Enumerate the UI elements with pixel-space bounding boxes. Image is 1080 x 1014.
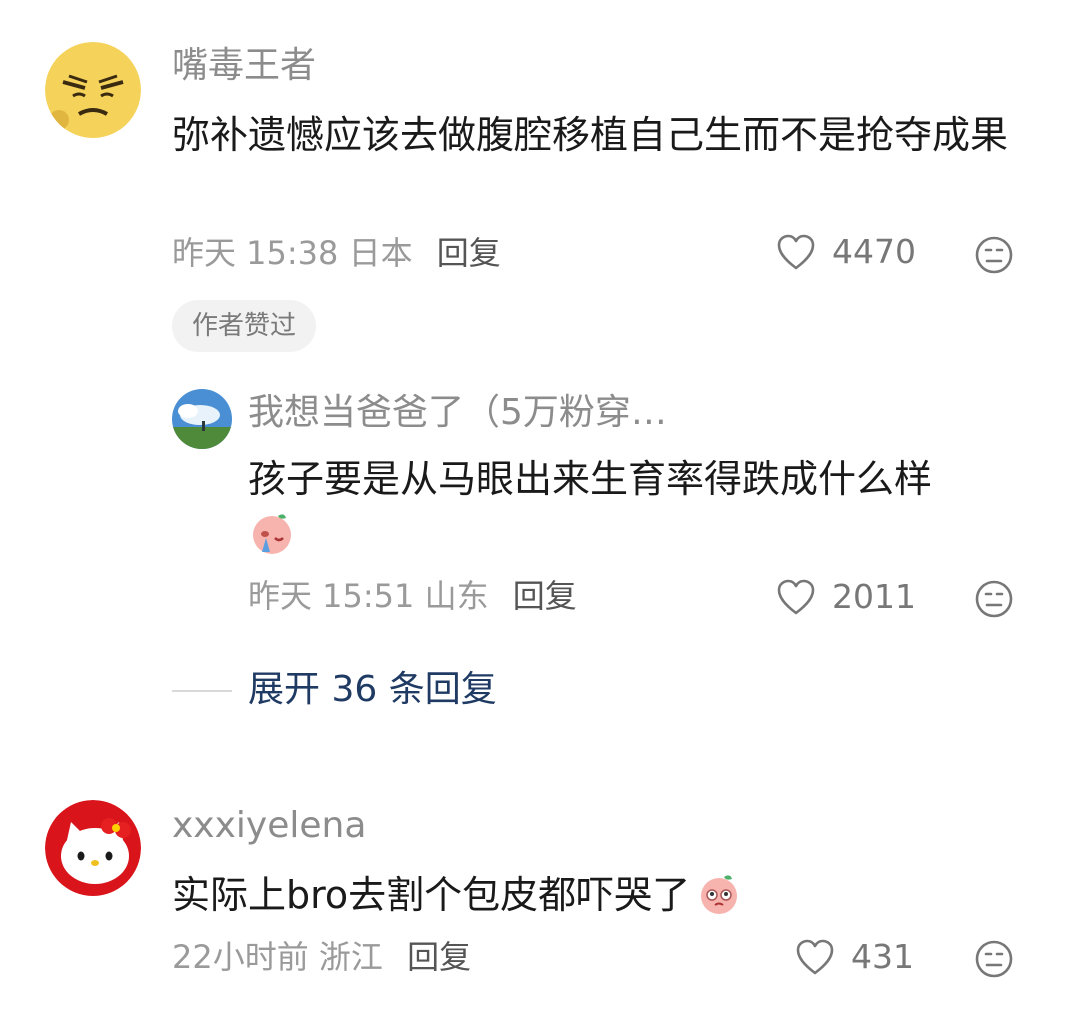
author-liked-badge: 作者赞过 <box>172 300 317 352</box>
comment-text: 实际上bro去割个包皮都吓哭了 <box>172 866 992 924</box>
like-count: 2011 <box>832 577 916 616</box>
like-button[interactable]: 431 <box>795 937 914 976</box>
reply-button[interactable]: 回复 <box>513 577 577 615</box>
avatar[interactable] <box>45 800 141 896</box>
like-count: 4470 <box>832 232 916 271</box>
reply-button[interactable]: 回复 <box>437 234 501 272</box>
avatar[interactable] <box>172 389 232 449</box>
like-button[interactable]: 2011 <box>776 577 916 616</box>
username[interactable]: 嘴毒王者 <box>172 48 316 84</box>
sky-landscape-avatar-icon <box>172 389 232 449</box>
reply-button[interactable]: 回复 <box>407 938 471 976</box>
timestamp: 22小时前 <box>172 938 309 976</box>
heart-icon <box>777 579 815 614</box>
like-button[interactable]: 4470 <box>776 232 916 271</box>
timestamp: 昨天 15:38 <box>172 234 339 272</box>
timestamp: 昨天 15:51 <box>248 577 415 615</box>
comment-text: 孩子要是从马眼出来生育率得跌成什么样 <box>248 457 933 501</box>
dislike-button[interactable] <box>974 939 1014 983</box>
username[interactable]: xxxiyelena <box>172 808 366 844</box>
comment-meta: 22小时前 浙江 回复 <box>172 941 471 973</box>
avatar[interactable] <box>45 42 141 138</box>
angry-face-avatar-icon <box>45 42 141 138</box>
heart-icon <box>777 234 815 269</box>
neutral-face-icon <box>975 940 1013 978</box>
location: 浙江 <box>318 938 383 976</box>
divider <box>172 690 232 692</box>
dislike-button[interactable] <box>974 235 1014 279</box>
username[interactable]: 我想当爸爸了（5万粉穿… <box>248 395 667 431</box>
location: 日本 <box>348 234 413 272</box>
comment-text: 弥补遗憾应该去做腹腔移植自己生而不是抢夺成果 <box>172 113 1009 157</box>
neutral-face-icon <box>975 580 1013 618</box>
neutral-face-icon <box>975 236 1013 274</box>
location: 山东 <box>424 577 489 615</box>
peach-face-emoji-icon <box>696 870 742 916</box>
expand-replies-button[interactable]: 展开 36 条回复 <box>248 672 497 708</box>
crying-peach-emoji-icon <box>248 508 296 556</box>
hello-kitty-avatar-icon <box>45 800 141 896</box>
comment-meta: 昨天 15:51 山东 回复 <box>248 580 577 612</box>
heart-icon <box>796 939 834 974</box>
like-count: 431 <box>851 937 914 976</box>
dislike-button[interactable] <box>974 579 1014 623</box>
comment-meta: 昨天 15:38 日本 回复 <box>172 237 501 269</box>
